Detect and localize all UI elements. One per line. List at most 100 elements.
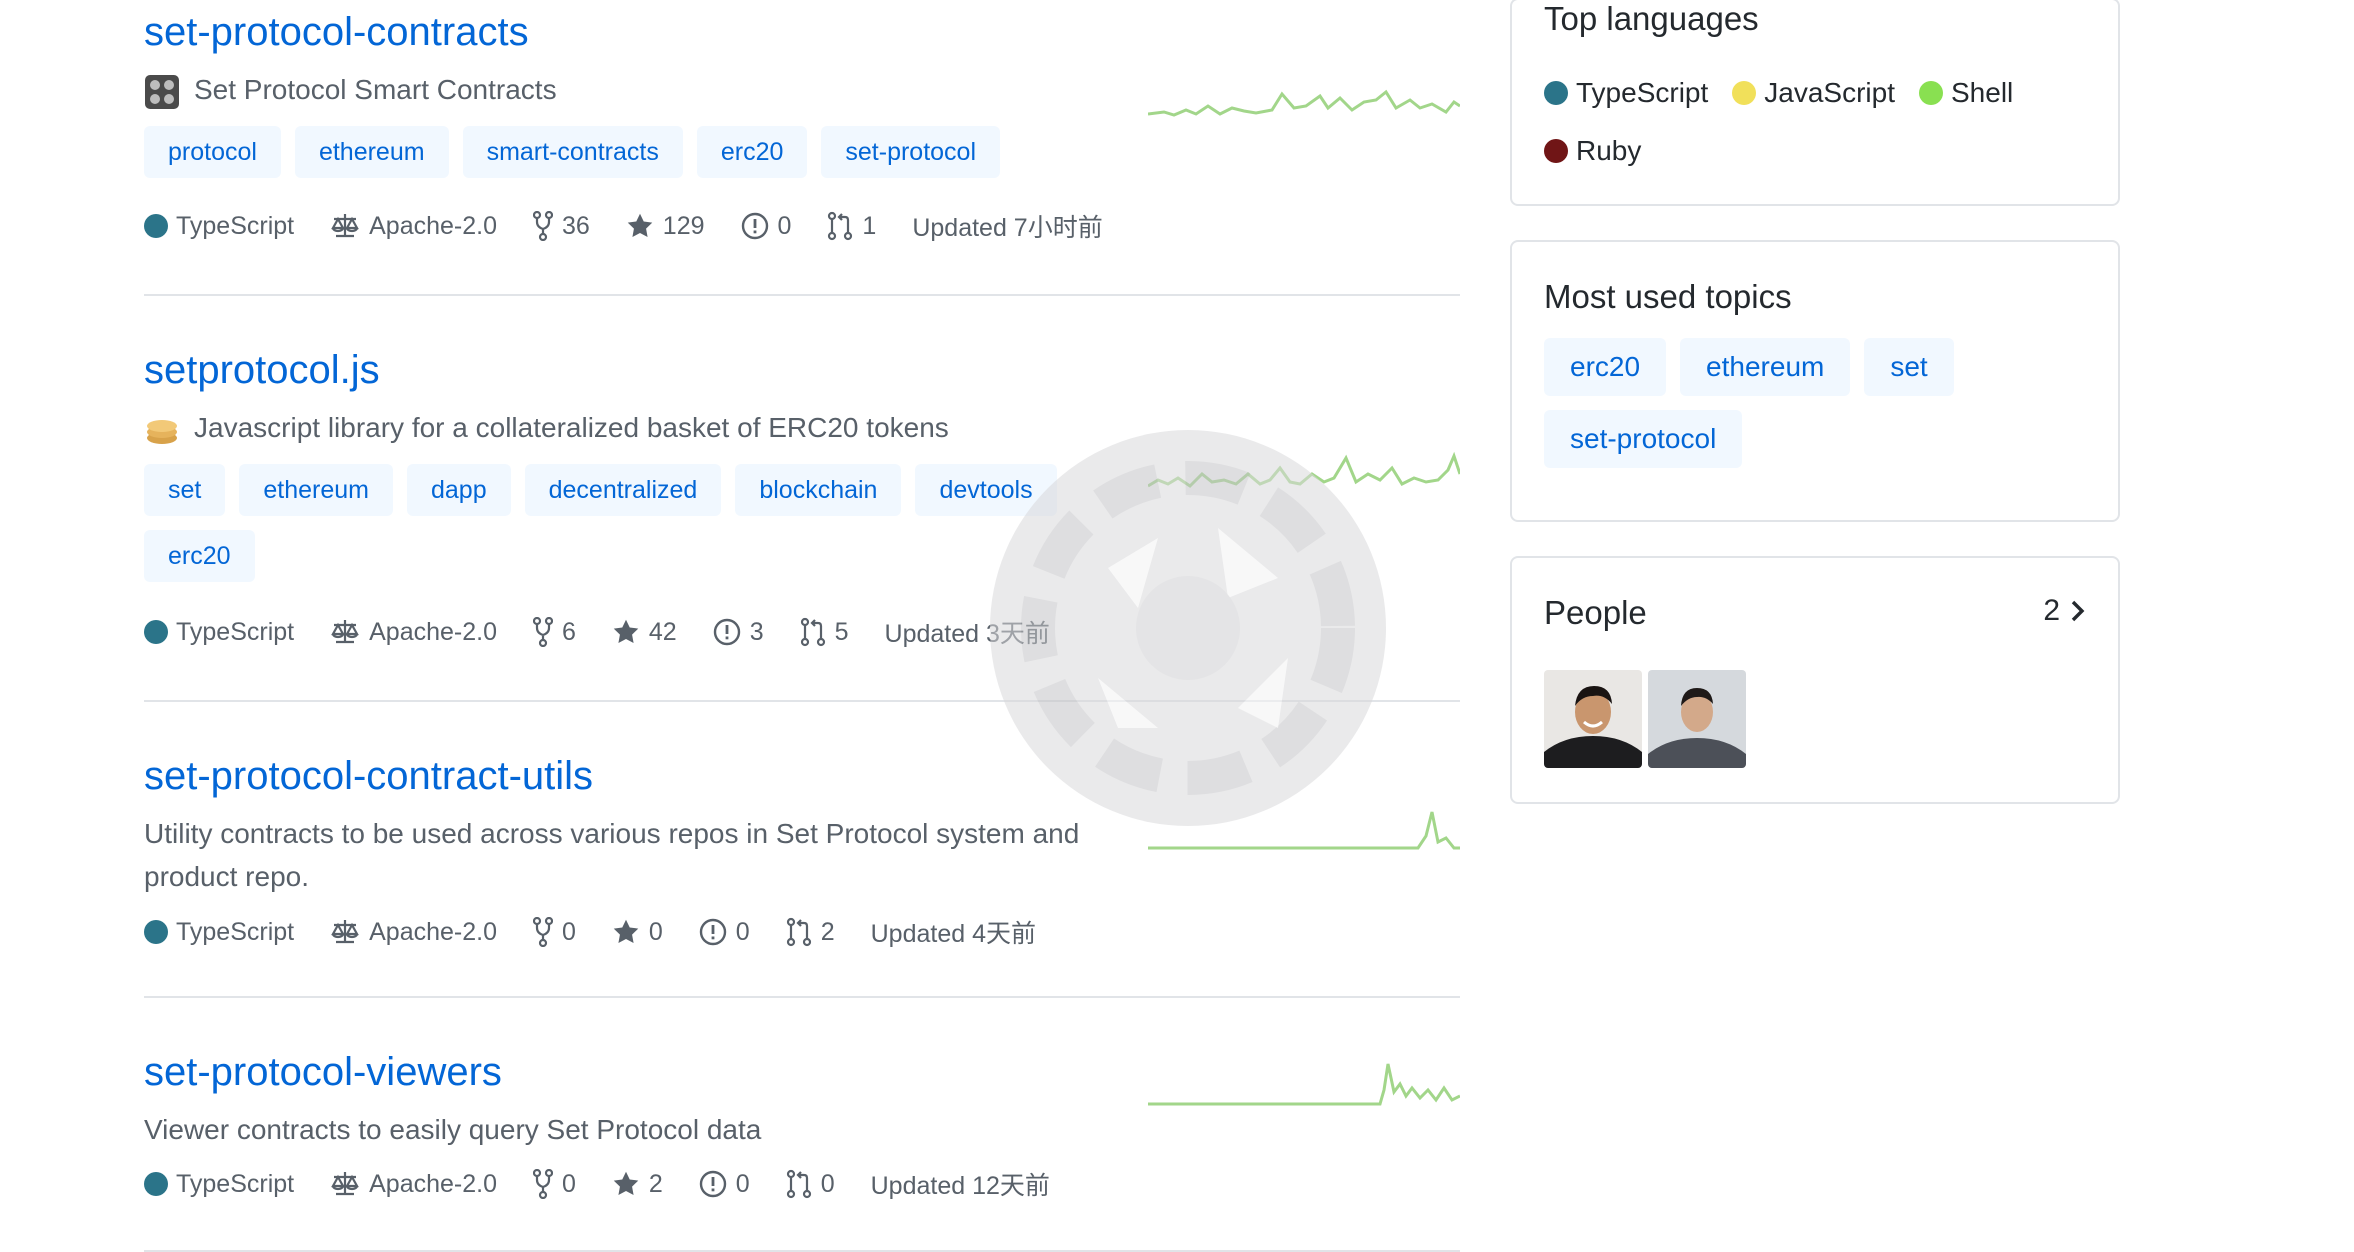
member-avatar[interactable] — [1544, 670, 1642, 768]
language-color-dot — [144, 1172, 168, 1196]
repo-activity-sparkline — [1148, 451, 1460, 488]
repo-meta: TypeScript Apache-2.0 36 129 0 1 Updated… — [144, 208, 1139, 244]
issue-opened-icon — [699, 918, 726, 946]
repo-issues-link[interactable]: 0 — [741, 212, 791, 241]
topic-tag[interactable]: smart-contracts — [462, 126, 683, 178]
license-name: Apache-2.0 — [369, 617, 497, 646]
chevron-right-icon — [2071, 600, 2085, 622]
topic-tag[interactable]: ethereum — [1680, 338, 1851, 396]
most-used-topics-list: erc20 ethereum set set-protocol — [1544, 338, 1964, 468]
repo-issues-link[interactable]: 0 — [699, 918, 750, 947]
repo-description: Utility contracts to be used across vari… — [144, 812, 1134, 899]
avatar-image-icon — [1648, 670, 1746, 768]
repo-pulls-link[interactable]: 0 — [786, 1169, 835, 1199]
repository-list: set-protocol-contracts Set Protocol Smar… — [144, 0, 1460, 1252]
forks-count: 0 — [561, 1169, 576, 1198]
people-count: 2 — [2043, 594, 2060, 627]
topic-tag[interactable]: devtools — [915, 464, 1057, 516]
repo-license: Apache-2.0 — [330, 1170, 497, 1199]
repo-title-link[interactable]: setprotocol.js — [144, 348, 380, 392]
repo-title-link[interactable]: set-protocol-contracts — [144, 10, 529, 54]
topic-tag[interactable]: erc20 — [144, 530, 255, 582]
topic-tag[interactable]: decentralized — [524, 464, 722, 516]
topic-tag[interactable]: protocol — [144, 126, 281, 178]
repo-issues-link[interactable]: 0 — [699, 1170, 750, 1199]
license-name: Apache-2.0 — [369, 917, 497, 946]
repo-license: Apache-2.0 — [330, 918, 497, 947]
control-knobs-emoji-icon — [145, 75, 179, 109]
pull-requests-count: 5 — [834, 617, 849, 646]
repo-updated: Updated 3天前 — [884, 620, 1050, 648]
repo-updated: Updated 4天前 — [870, 920, 1036, 948]
repo-forks-link[interactable]: 6 — [532, 617, 576, 647]
law-icon — [331, 620, 359, 644]
repo-meta: TypeScript Apache-2.0 0 0 0 2 Updated 4天… — [144, 914, 1072, 950]
top-languages-title: Top languages — [1544, 0, 1759, 37]
repo-pulls-link[interactable]: 5 — [800, 617, 849, 647]
repo-description-text: Viewer contracts to easily query Set Pro… — [144, 1114, 762, 1145]
repo-title-link[interactable]: set-protocol-viewers — [144, 1050, 502, 1094]
language-name: Ruby — [1576, 135, 1642, 166]
repo-stars-link[interactable]: 0 — [612, 918, 663, 947]
stars-count: 129 — [662, 211, 705, 240]
star-icon — [627, 213, 653, 237]
repo-topics: protocol ethereum smart-contracts erc20 … — [144, 126, 1064, 178]
repo-language: TypeScript — [144, 918, 294, 947]
issue-opened-icon — [741, 212, 768, 240]
issue-opened-icon — [713, 618, 740, 646]
member-avatar[interactable] — [1648, 670, 1746, 768]
forks-count: 36 — [561, 211, 590, 240]
most-used-topics-box: Most used topics erc20 ethereum set set-… — [1510, 240, 2120, 522]
language-ruby[interactable]: Ruby — [1544, 122, 1641, 180]
repo-title-link[interactable]: set-protocol-contract-utils — [144, 754, 593, 798]
language-name: TypeScript — [176, 211, 295, 240]
repo-description-text: product repo. — [144, 861, 309, 893]
topic-tag[interactable]: set — [144, 464, 226, 516]
repo-forks-link[interactable]: 36 — [532, 211, 590, 241]
repo-description-text: Set Protocol Smart Contracts — [194, 74, 557, 105]
law-icon — [331, 214, 359, 238]
repo-pulls-link[interactable]: 1 — [827, 211, 876, 241]
pull-requests-count: 1 — [862, 211, 877, 240]
law-icon — [331, 920, 359, 944]
repo-stars-link[interactable]: 42 — [612, 618, 677, 647]
top-languages-box: Top languages TypeScript JavaScript Shel… — [1510, 0, 2120, 206]
repo-stars-link[interactable]: 129 — [626, 212, 705, 241]
repo-forked-icon — [532, 917, 553, 947]
people-avatars — [1544, 670, 1752, 768]
people-box: People 2 — [1510, 556, 2120, 804]
topic-tag[interactable]: erc20 — [696, 126, 808, 178]
repo-pulls-link[interactable]: 2 — [786, 917, 835, 947]
topic-tag[interactable]: ethereum — [239, 464, 393, 516]
topic-tag[interactable]: ethereum — [294, 126, 449, 178]
repo-forks-link[interactable]: 0 — [532, 917, 576, 947]
languages-list: TypeScript JavaScript Shell Ruby — [1544, 64, 2104, 180]
repo-license: Apache-2.0 — [330, 618, 497, 647]
topic-tag[interactable]: set-protocol — [821, 126, 1001, 178]
star-icon — [613, 1171, 639, 1195]
repo-forks-link[interactable]: 0 — [532, 1169, 576, 1199]
topic-tag[interactable]: set — [1864, 338, 1954, 396]
repo-language: TypeScript — [144, 618, 294, 647]
repo-item: set-protocol-contract-utils Utility cont… — [144, 702, 1460, 998]
language-name: TypeScript — [176, 917, 295, 946]
language-shell[interactable]: Shell — [1919, 64, 2013, 122]
repo-stars-link[interactable]: 2 — [612, 1170, 663, 1199]
topic-tag[interactable]: erc20 — [1544, 338, 1667, 396]
stars-count: 2 — [648, 1169, 663, 1198]
language-color-dot — [1732, 81, 1757, 105]
language-javascript[interactable]: JavaScript — [1732, 64, 1895, 122]
topic-tag[interactable]: set-protocol — [1544, 410, 1743, 468]
repo-item: setprotocol.js Javascript library for a … — [144, 296, 1460, 702]
repo-topics: set ethereum dapp decentralized blockcha… — [144, 464, 1064, 582]
language-typescript[interactable]: TypeScript — [1544, 64, 1708, 122]
language-color-dot — [1544, 81, 1568, 105]
most-used-topics-title: Most used topics — [1544, 278, 1792, 315]
git-pull-request-icon — [786, 917, 811, 947]
topic-tag[interactable]: dapp — [406, 464, 511, 516]
repo-issues-link[interactable]: 3 — [713, 618, 764, 647]
topic-tag[interactable]: blockchain — [735, 464, 902, 516]
people-count-link[interactable]: 2 — [2043, 594, 2088, 628]
repo-description: Set Protocol Smart Contracts — [144, 68, 1134, 111]
repo-license: Apache-2.0 — [330, 212, 497, 241]
